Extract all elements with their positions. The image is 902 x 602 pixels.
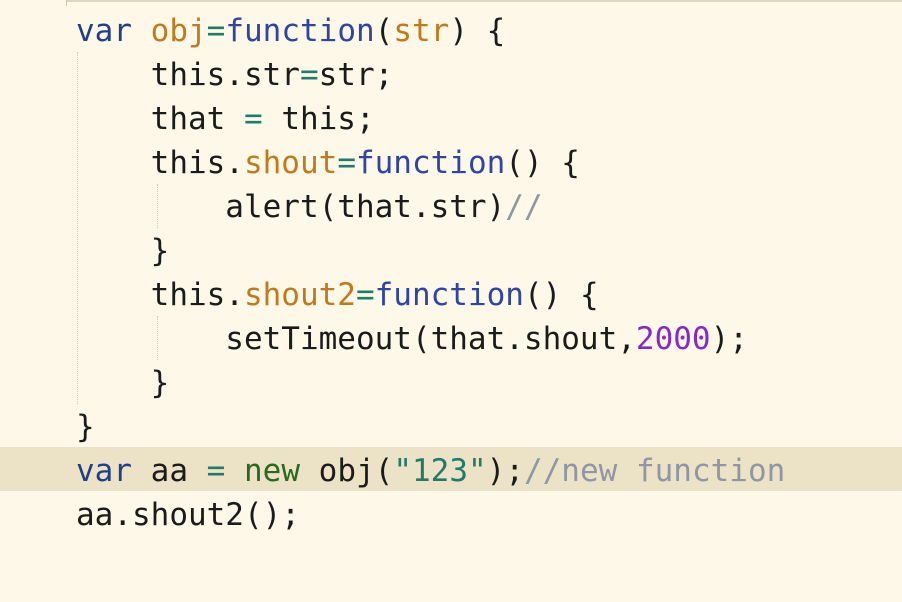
code-token: obj(: [300, 453, 394, 489]
code-token: =: [243, 101, 263, 137]
code-token: ) {: [449, 13, 506, 49]
code-token: 2000: [635, 321, 711, 357]
code-line-12[interactable]: aa.shout2();: [76, 493, 300, 537]
code-token: setTimeout(that.shout,: [76, 321, 636, 357]
editor-top-border: [66, 0, 902, 2]
code-token: new: [244, 453, 300, 489]
code-token: function: [374, 277, 524, 313]
code-line-3[interactable]: that = this;: [76, 97, 375, 141]
code-token: );: [486, 453, 524, 489]
code-token: () {: [523, 277, 599, 313]
code-editor[interactable]: var obj=function(str) { this.str=str; th…: [0, 0, 902, 602]
code-token: //new function: [523, 453, 786, 489]
code-line-9[interactable]: }: [76, 361, 170, 405]
code-token: this.str: [76, 57, 300, 93]
code-token: function: [225, 13, 375, 49]
code-token: }: [76, 233, 170, 269]
code-line-11[interactable]: var aa = new obj("123");//new function: [76, 449, 785, 493]
code-line-4[interactable]: this.shout=function() {: [76, 141, 580, 185]
code-token: str;: [318, 57, 394, 93]
code-token: this.: [76, 277, 244, 313]
code-token: aa: [132, 453, 207, 489]
code-line-7[interactable]: this.shout2=function() {: [76, 273, 599, 317]
code-token: "123": [393, 453, 487, 489]
code-token: =: [299, 57, 319, 93]
code-line-1[interactable]: var obj=function(str) {: [76, 9, 505, 53]
code-token: function: [355, 145, 506, 181]
code-line-2[interactable]: this.str=str;: [76, 53, 394, 97]
code-token: var: [76, 13, 132, 49]
code-token: alert(that.str): [76, 189, 506, 225]
code-token: =: [206, 453, 226, 489]
code-line-10[interactable]: }: [76, 405, 95, 449]
code-token: aa.shout2();: [76, 497, 300, 533]
code-token: this.: [76, 145, 244, 181]
code-token: that: [76, 101, 244, 137]
code-token: =: [337, 145, 356, 181]
code-token: shout: [243, 145, 338, 181]
code-token: //: [505, 189, 543, 225]
code-token: this;: [262, 101, 375, 137]
code-token: =: [355, 277, 375, 313]
code-line-5[interactable]: alert(that.str)//: [76, 185, 543, 229]
code-line-8[interactable]: setTimeout(that.shout,2000);: [76, 317, 748, 361]
code-token: (: [374, 13, 394, 49]
code-token: str: [393, 13, 450, 49]
code-token: obj: [150, 13, 207, 49]
gutter-marker: [66, 0, 67, 6]
code-line-6[interactable]: }: [76, 229, 170, 273]
code-token: }: [76, 365, 170, 401]
code-token: );: [710, 321, 748, 357]
code-token: () {: [505, 145, 580, 181]
code-token: var: [76, 453, 132, 489]
code-token: }: [76, 409, 95, 445]
code-token: shout2: [243, 277, 356, 313]
code-token: =: [206, 13, 226, 49]
